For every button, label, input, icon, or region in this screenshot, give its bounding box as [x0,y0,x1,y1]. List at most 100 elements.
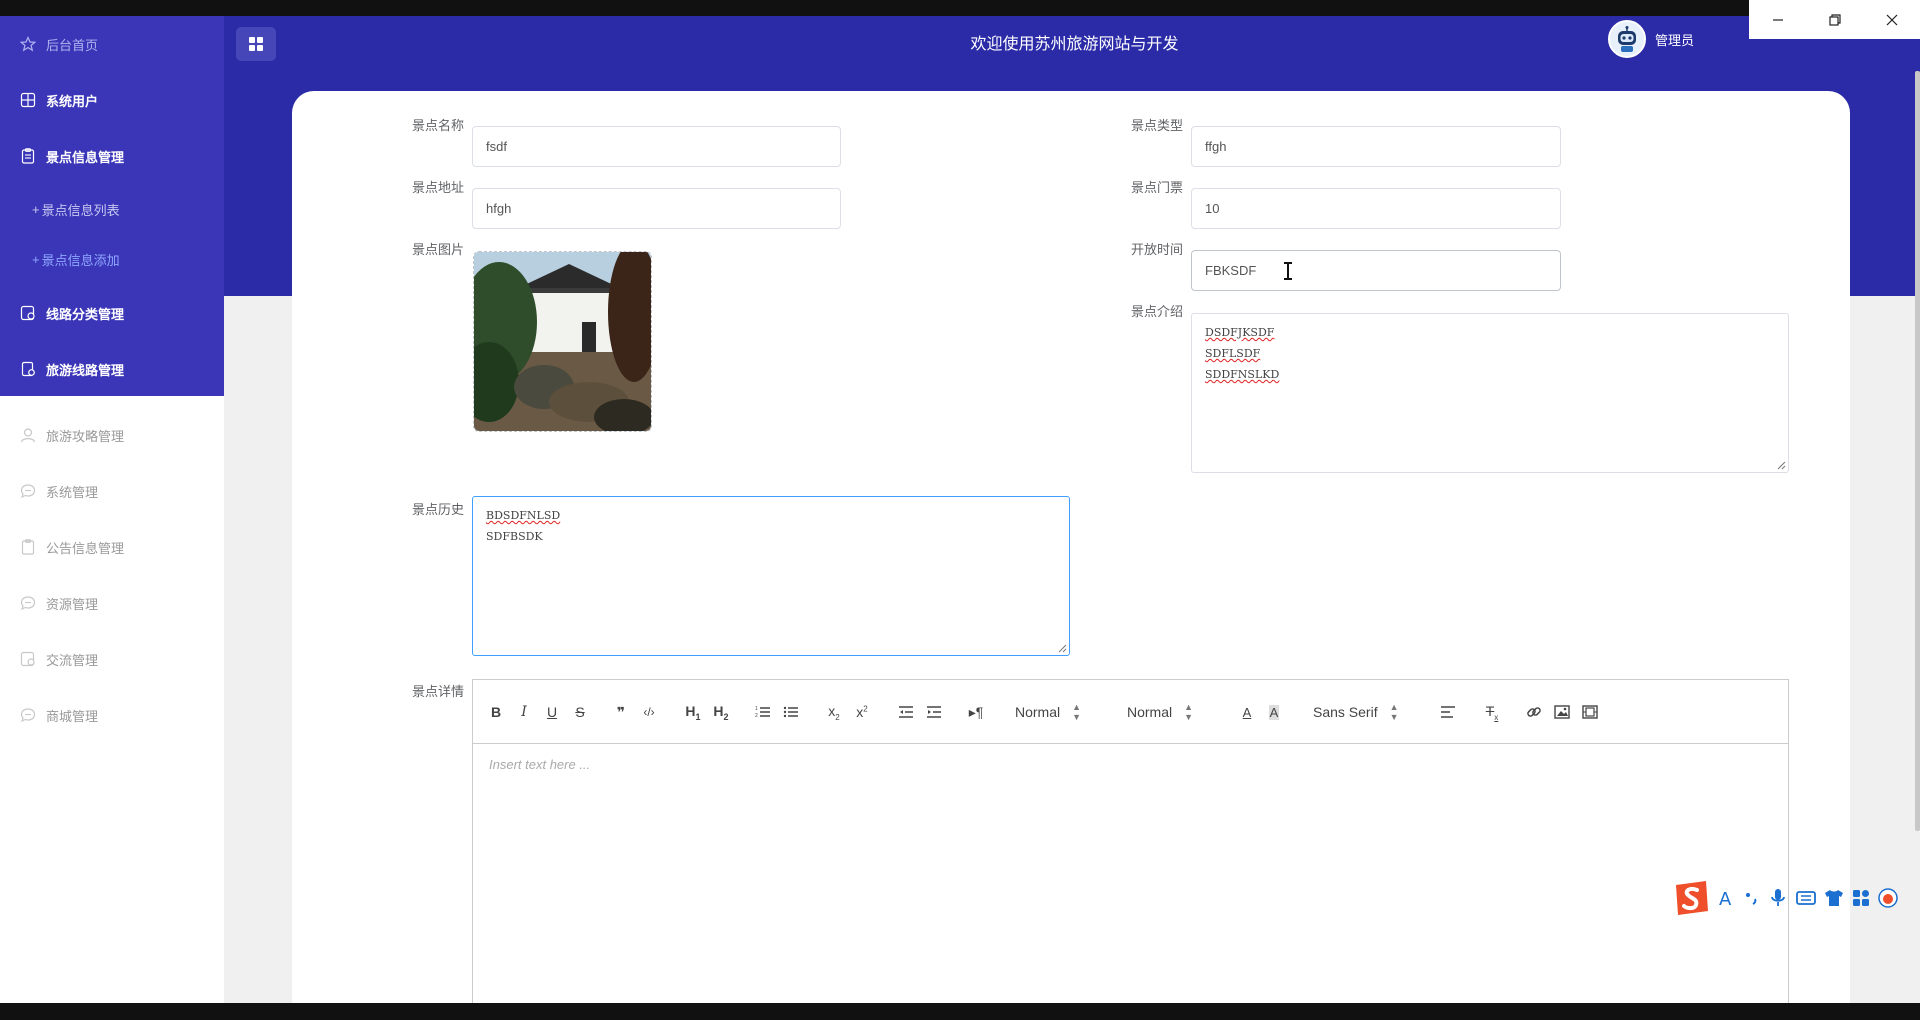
font-select[interactable]: Sans Serif ▲ ▼ [1313,702,1399,722]
sidebar-item-label: 系统管理 [46,484,99,500]
ticket-input[interactable]: 10 [1191,188,1561,229]
font-select-value: Sans Serif [1313,704,1378,720]
sidebar-subitem-attraction-list[interactable]: + 景点信息列表 [0,191,224,227]
bullet-list-button[interactable] [782,702,800,722]
sogou-logo-icon[interactable] [1672,879,1712,917]
history-line: BDSDFNLSD [486,509,561,522]
ticket-label: 景点门票 [1130,180,1183,195]
header-select[interactable]: Normal ▲ ▼ [1015,702,1081,722]
h2-icon: H2 [713,702,729,722]
grid-icon [18,90,38,110]
editor-toolbar: B I U S ❞ ‹/› H1 H2 12 x2 x2 ▸¶ Normal ▲… [473,680,1788,744]
ime-mascot-icon[interactable] [1877,887,1899,909]
microphone-icon[interactable] [1769,887,1787,909]
sidebar-item-label: 旅游攻略管理 [46,428,125,444]
sidebar-item-communication[interactable]: 交流管理 [0,639,224,679]
resize-handle-icon[interactable] [1777,461,1786,470]
outdent-icon [899,706,913,718]
close-icon [1886,14,1897,25]
open-time-label: 开放时间 [1130,242,1183,257]
editor-content-area[interactable]: Insert text here ... [473,744,1788,785]
chat-icon [18,481,38,501]
sidebar-item-system-users[interactable]: 系统用户 [0,80,224,120]
align-left-icon [1441,706,1455,718]
blockquote-button[interactable]: ❞ [613,702,629,722]
restore-button[interactable] [1806,0,1863,39]
underline-icon: U [546,704,558,720]
sidebar: 后台首页 系统用户 景点信息管理 + 景点信息列表 + 景点信息添加 线路分类管理 … [0,16,224,1003]
select-arrows-icon: ▲ ▼ [1389,702,1399,722]
ime-punctuation-icon[interactable] [1743,887,1761,909]
toolbox-grid-icon[interactable] [1851,888,1871,908]
text-cursor-icon [1284,262,1292,280]
clear-format-icon: Tx [1485,702,1499,722]
sidebar-subitem-attraction-add[interactable]: + 景点信息添加 [0,241,224,277]
align-button[interactable] [1439,702,1457,722]
page-scrollbar[interactable] [1915,71,1920,831]
size-select-value: Normal [1127,704,1173,720]
outdent-button[interactable] [897,702,915,722]
superscript-button[interactable]: x2 [853,702,871,722]
keyboard-icon[interactable] [1795,887,1817,909]
close-button[interactable] [1863,0,1920,39]
image-upload[interactable] [473,251,652,432]
plus-icon: + [32,251,40,267]
sidebar-item-travel-route[interactable]: 旅游线路管理 [0,349,224,389]
sidebar-item-system-management[interactable]: 系统管理 [0,471,224,511]
app-area: 后台首页 系统用户 景点信息管理 + 景点信息列表 + 景点信息添加 线路分类管理 … [0,16,1920,1003]
resize-handle-icon[interactable] [1058,644,1067,653]
indent-button[interactable] [925,702,943,722]
minimize-button[interactable] [1749,0,1806,39]
ime-language-icon[interactable]: A [1716,887,1738,909]
svg-text:1: 1 [755,706,758,712]
sidebar-item-route-category[interactable]: 线路分类管理 [0,293,224,333]
sidebar-item-announcements[interactable]: 公告信息管理 [0,527,224,567]
sidebar-item-travel-guide[interactable]: 旅游攻略管理 [0,415,224,455]
ordered-list-button[interactable]: 12 [754,702,772,722]
history-textarea[interactable]: BDSDFNLSD SDFBSDK [472,496,1070,656]
strike-button[interactable]: S [573,702,587,722]
route-icon [18,303,38,323]
sidebar-item-attraction-info[interactable]: 景点信息管理 [0,136,224,176]
clear-format-button[interactable]: Tx [1483,702,1501,722]
intro-line: SDFLSDF [1205,347,1261,360]
intro-line: DSDFJKSDF [1205,326,1275,339]
size-select[interactable]: Normal ▲ ▼ [1127,702,1193,722]
sidebar-item-resources[interactable]: 资源管理 [0,583,224,623]
user-name: 管理员 [1655,32,1695,48]
subscript-button[interactable]: x2 [825,702,843,722]
font-color-icon: A [1242,704,1252,720]
bold-button[interactable]: B [489,702,503,722]
address-input[interactable]: hfgh [472,188,841,229]
rich-text-editor: B I U S ❞ ‹/› H1 H2 12 x2 x2 ▸¶ Normal ▲… [472,679,1789,1003]
skin-shirt-icon[interactable] [1823,887,1845,909]
sidebar-item-mall[interactable]: 商城管理 [0,695,224,735]
open-time-value: FBKSDF [1205,263,1257,278]
font-color-button[interactable]: A [1239,702,1255,722]
underline-button[interactable]: U [545,702,559,722]
open-time-input[interactable]: FBKSDF [1191,250,1561,291]
select-arrows-icon: ▲ ▼ [1184,702,1194,722]
video-button[interactable] [1581,702,1599,722]
attraction-photo [474,252,651,431]
clipboard-icon [18,537,38,557]
type-input[interactable]: ffgh [1191,126,1561,167]
intro-textarea[interactable]: DSDFJKSDF SDFLSDF SDDFNSLKD [1191,313,1789,473]
indent-icon [927,706,941,718]
image-button[interactable] [1553,702,1571,722]
strike-icon: S [575,704,585,720]
code-block-button[interactable]: ‹/› [641,702,657,722]
type-input-value: ffgh [1205,139,1227,154]
window-bottom-strip [0,1003,1920,1020]
user-menu[interactable]: 管理员 [1608,20,1694,58]
header2-button[interactable]: H2 [711,702,731,722]
name-input[interactable]: fsdf [472,126,841,167]
header1-button[interactable]: H1 [683,702,703,722]
link-button[interactable] [1525,702,1543,722]
italic-button[interactable]: I [517,702,531,722]
text-direction-button[interactable]: ▸¶ [967,702,985,722]
sidebar-item-home[interactable]: 后台首页 [0,24,224,64]
image-icon [1554,705,1570,719]
background-color-button[interactable]: A [1266,702,1282,722]
name-label: 景点名称 [411,118,464,133]
